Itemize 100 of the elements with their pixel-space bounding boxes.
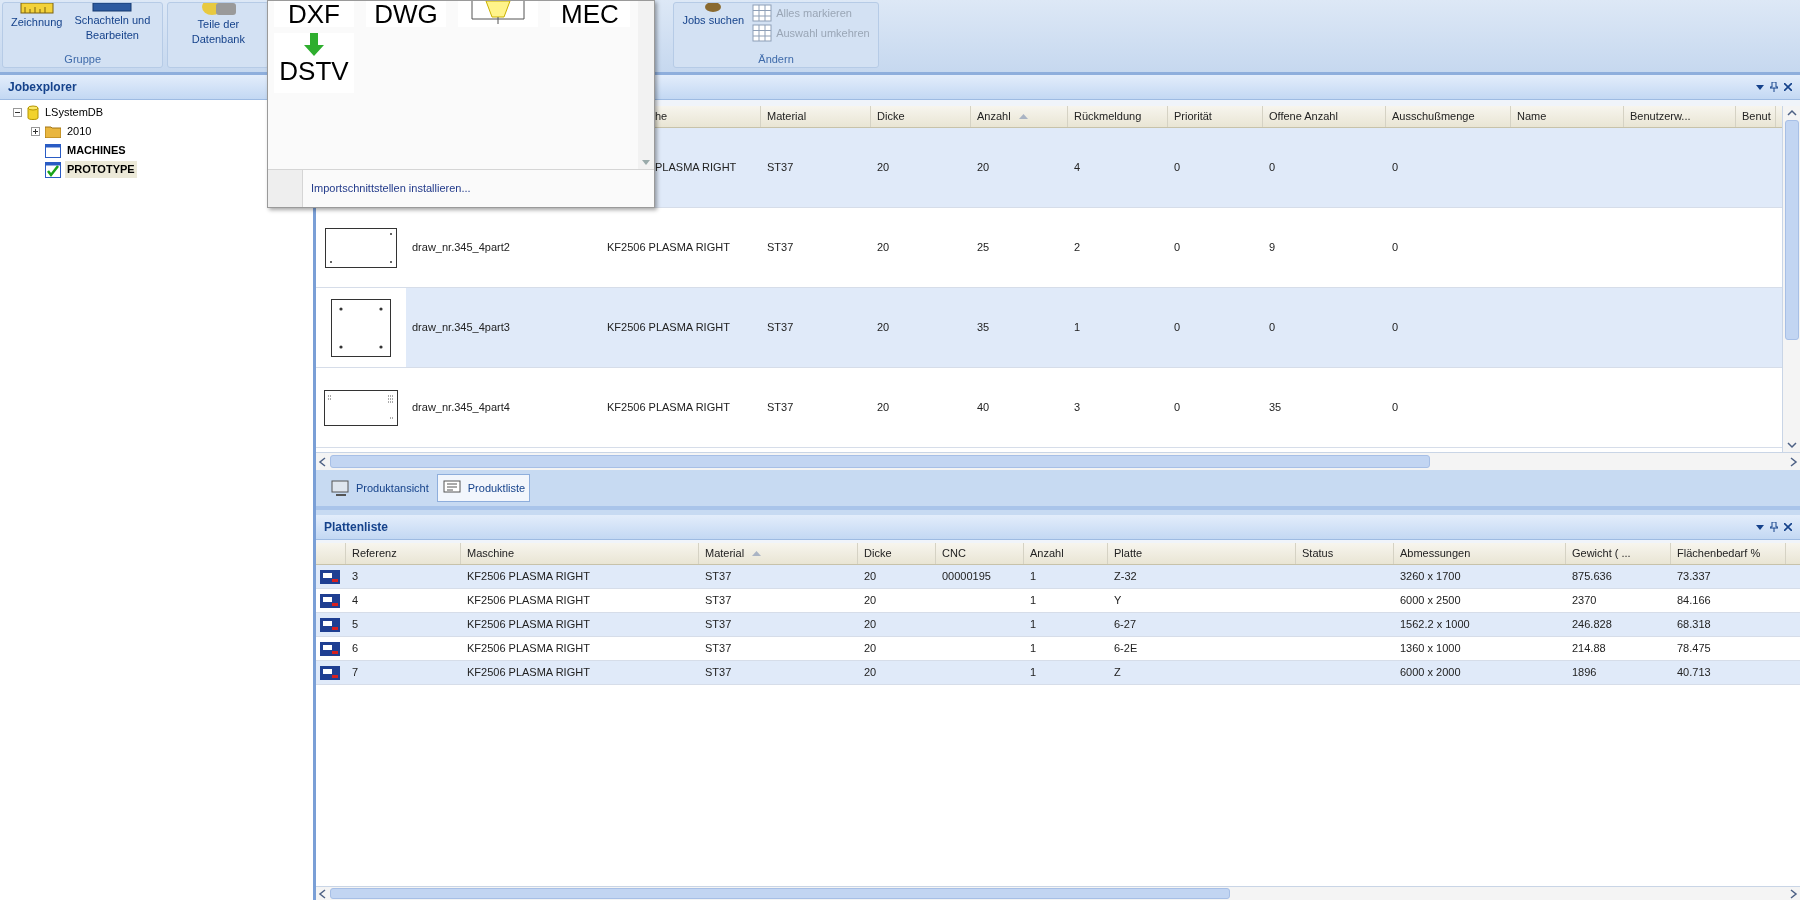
- table-cell-text: 0: [1174, 160, 1181, 176]
- group-label: Gruppe: [64, 51, 102, 67]
- format-tile[interactable]: MEC: [550, 1, 630, 27]
- grid-icon: [752, 24, 773, 42]
- table-cell-text: draw_nr.345_4part2: [412, 240, 510, 256]
- column-header[interactable]: Platte: [1108, 543, 1149, 564]
- ribbon-button[interactable]: Schachteln und Bearbeiten: [66, 3, 159, 51]
- scrollbar-thumb[interactable]: [330, 454, 1430, 469]
- dropdown-icon[interactable]: [1756, 84, 1764, 90]
- table-cell-text: KF2506 PLASMA RIGHT: [467, 593, 590, 609]
- column-header[interactable]: Anzahl: [971, 106, 1034, 127]
- format-tile[interactable]: DSTV: [274, 33, 354, 93]
- table-cell-text: KF2506 PLASMA RIGHT: [467, 617, 590, 633]
- ruler-icon: [19, 3, 54, 15]
- column-header[interactable]: Priorität: [1168, 106, 1218, 127]
- collapse-icon[interactable]: [13, 108, 22, 117]
- pin-icon[interactable]: [1770, 82, 1778, 92]
- table-cell-text: 1360 x 1000: [1400, 641, 1461, 657]
- table-cell-text: 35: [977, 320, 990, 336]
- column-header[interactable]: Material: [761, 106, 813, 127]
- table-cell-text: 35: [1269, 400, 1282, 416]
- sheet-icon: [92, 3, 133, 13]
- column-header[interactable]: CNC: [936, 543, 972, 564]
- part-thumbnail: [325, 227, 397, 268]
- table-cell-text: 875.636: [1572, 569, 1612, 585]
- table-cell-text: 20: [877, 320, 890, 336]
- database-icon: [27, 104, 39, 121]
- table-cell-text: draw_nr.345_4part4: [412, 400, 510, 416]
- table-cell-text: 6: [352, 641, 359, 657]
- column-header[interactable]: Referenz: [346, 543, 403, 564]
- vertical-scrollbar[interactable]: [1782, 106, 1800, 452]
- ribbon-button[interactable]: Zeichnung: [7, 3, 67, 51]
- view-tab[interactable]: Produktansicht: [326, 474, 433, 502]
- tree-item[interactable]: 2010: [65, 123, 94, 140]
- table-cell-text: 20: [864, 641, 877, 657]
- column-header[interactable]: Dicke: [871, 106, 911, 127]
- column-header[interactable]: Material: [699, 543, 768, 564]
- table-cell-text: 1: [1030, 569, 1037, 585]
- table-cell-text: 2370: [1572, 593, 1597, 609]
- down-arrow-icon: [303, 33, 325, 57]
- table-cell-text: 5: [352, 617, 359, 633]
- column-header[interactable]: Anzahl: [1024, 543, 1070, 564]
- menu-scrollbar[interactable]: [638, 1, 654, 169]
- table-cell-text: 0: [1174, 320, 1181, 336]
- plate-row[interactable]: 7 KF2506 PLASMA RIGHT ST37 20 1 Z 6000 x 2000 1896 40.713: [316, 661, 1800, 685]
- table-cell-text: ST37: [767, 320, 794, 336]
- column-header[interactable]: Gewicht ( ...: [1566, 543, 1637, 564]
- sort-ascending-icon: [1018, 114, 1028, 119]
- format-tile[interactable]: DWG: [366, 1, 446, 27]
- column-header[interactable]: Name: [1511, 106, 1553, 127]
- column-header[interactable]: Flächenbedarf %: [1671, 543, 1767, 564]
- table-cell-text: 20: [864, 569, 877, 585]
- grid-icon: [752, 4, 773, 22]
- table-cell-text: Y: [1114, 593, 1122, 609]
- column-header[interactable]: Benut: [1736, 106, 1777, 127]
- plate-icon: [320, 616, 340, 633]
- horizontal-scrollbar[interactable]: [316, 452, 1800, 470]
- column-header[interactable]: Abmessungen: [1394, 543, 1477, 564]
- table-cell-text: 1: [1030, 665, 1037, 681]
- tree-item[interactable]: PROTOTYPE: [65, 161, 137, 178]
- dropdown-icon[interactable]: [1756, 524, 1764, 530]
- column-header[interactable]: Rückmeldung: [1068, 106, 1148, 127]
- close-icon[interactable]: [1784, 523, 1792, 531]
- column-header[interactable]: Benutzerw...: [1624, 106, 1697, 127]
- image-tile[interactable]: [458, 1, 538, 27]
- column-header[interactable]: Dicke: [858, 543, 898, 564]
- column-header[interactable]: Offene Anzahl: [1263, 106, 1344, 127]
- pin-icon[interactable]: [1770, 522, 1778, 532]
- scrollbar-thumb[interactable]: [1784, 120, 1799, 340]
- ribbon-button[interactable]: Jobs suchen: [678, 3, 749, 51]
- tree-item[interactable]: LSystemDB: [43, 104, 106, 121]
- column-header[interactable]: Status: [1296, 543, 1340, 564]
- table-cell-text: 20: [877, 160, 890, 176]
- table-cell-text: 40.713: [1677, 665, 1711, 681]
- column-header[interactable]: Ausschußmenge: [1386, 106, 1481, 127]
- tree-item[interactable]: MACHINES: [65, 142, 128, 159]
- table-cell-text: KF2506 PLASMA RIGHT: [467, 641, 590, 657]
- plate-row[interactable]: 5 KF2506 PLASMA RIGHT ST37 20 1 6-27 1562.2 x 1000 246.828 68.318: [316, 613, 1800, 637]
- column-header[interactable]: Maschine: [461, 543, 521, 564]
- view-tab[interactable]: Produktliste: [436, 474, 531, 502]
- plate-icon: [320, 568, 340, 585]
- table-cell-text: 1: [1030, 617, 1037, 633]
- format-tile[interactable]: DXF: [274, 1, 354, 27]
- scrollbar-thumb[interactable]: [330, 888, 1230, 899]
- expand-icon[interactable]: [31, 127, 40, 136]
- ribbon-button[interactable]: Teile der Datenbank: [172, 3, 265, 51]
- table-cell-text: 3: [1074, 400, 1081, 416]
- table-cell-text: 246.828: [1572, 617, 1612, 633]
- horizontal-scrollbar[interactable]: [316, 886, 1800, 900]
- table-cell-text: 84.166: [1677, 593, 1711, 609]
- table-cell-text: 20: [864, 593, 877, 609]
- part-row[interactable]: draw_nr.345_4part3 KF2506 PLASMA RIGHT ST37 20 35 1 0 0 0: [316, 288, 1782, 368]
- plate-row[interactable]: 3 KF2506 PLASMA RIGHT ST37 20 00000195 1 Z-32 3260 x 1700 875.636 73.337: [316, 565, 1800, 589]
- column-header[interactable]: he: [655, 106, 672, 127]
- table-cell-text: 3260 x 1700: [1400, 569, 1461, 585]
- table-cell-text: 2: [1074, 240, 1081, 256]
- table-cell-text: 1562.2 x 1000: [1400, 617, 1470, 633]
- table-cell-text: 20: [864, 665, 877, 681]
- close-icon[interactable]: [1784, 83, 1792, 91]
- table-icon: [45, 143, 61, 158]
